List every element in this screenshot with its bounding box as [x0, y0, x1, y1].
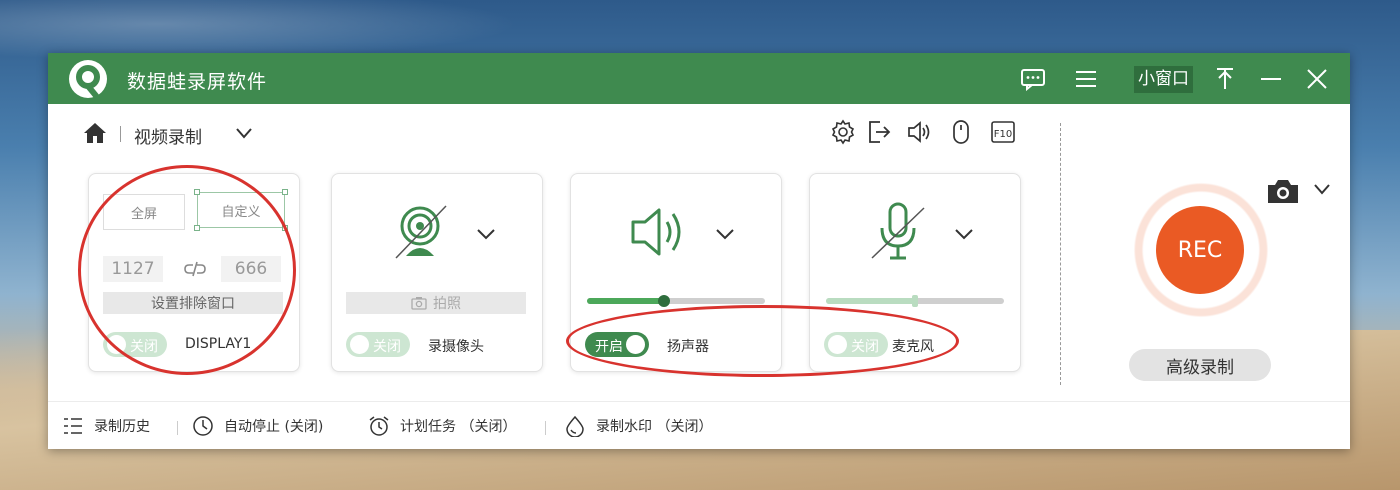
webcam-off-icon[interactable] — [388, 200, 452, 264]
screen-source-card: 全屏 自定义 1127 666 设置排除窗口 关闭 DISPLAY1 — [88, 173, 300, 372]
resize-handle — [194, 225, 200, 231]
chevron-down-icon[interactable] — [234, 125, 254, 141]
height-input[interactable]: 666 — [221, 256, 281, 282]
export-icon[interactable] — [866, 119, 892, 145]
alarm-icon — [369, 416, 389, 436]
clock-icon — [193, 416, 213, 436]
microphone-label: 麦克风 — [892, 339, 934, 355]
slider-fill — [587, 298, 664, 304]
bottom-separator — [545, 421, 546, 435]
chat-icon[interactable] — [1018, 64, 1048, 94]
auto-stop-label: 自动停止 (关闭) — [224, 419, 324, 435]
background-sky — [0, 0, 520, 60]
microphone-volume-slider[interactable] — [826, 295, 1004, 307]
slider-thumb[interactable] — [657, 295, 670, 307]
watermark-item[interactable]: 录制水印 （关闭） — [564, 413, 712, 439]
width-input[interactable]: 1127 — [103, 256, 163, 282]
full-screen-button[interactable]: 全屏 — [103, 194, 185, 230]
link-icon[interactable] — [183, 260, 207, 278]
display-label: DISPLAY1 — [185, 336, 252, 352]
schedule-task-item[interactable]: 计划任务 （关闭） — [368, 413, 516, 439]
auto-stop-item[interactable]: 自动停止 (关闭) — [192, 413, 323, 439]
mouse-icon[interactable] — [948, 119, 974, 145]
minimize-icon[interactable] — [1258, 64, 1284, 94]
full-screen-label: 全屏 — [130, 206, 157, 222]
resize-handle — [282, 189, 288, 195]
microphone-off-icon[interactable] — [866, 200, 930, 264]
advanced-record-button[interactable]: 高级录制 — [1129, 349, 1271, 381]
chevron-down-icon[interactable] — [1312, 181, 1332, 197]
toggle-label: 关闭 — [373, 339, 401, 355]
droplet-icon — [566, 415, 584, 437]
bottom-bar: 录制历史 自动停止 (关闭) 计划任务 （关闭） 录制水印 （关闭） — [48, 401, 1350, 449]
camera-icon — [411, 297, 427, 310]
screen-toggle[interactable]: 关闭 — [103, 332, 167, 357]
webcam-card: 拍照 关闭 录摄像头 — [331, 173, 543, 372]
exclude-window-button[interactable]: 设置排除窗口 — [103, 292, 283, 314]
svg-text:F10: F10 — [994, 129, 1012, 140]
mini-window-button[interactable]: 小窗口 — [1134, 66, 1193, 93]
toggle-label: 开启 — [595, 339, 623, 355]
toggle-label: 关闭 — [130, 339, 158, 355]
recording-mode-label[interactable]: 视频录制 — [134, 123, 202, 148]
toggle-label: 关闭 — [851, 339, 879, 355]
toggle-knob — [626, 335, 645, 354]
speaker-icon[interactable] — [627, 200, 691, 264]
hotkey-icon[interactable]: F10 — [990, 119, 1016, 145]
title-bar: 数据蛙录屏软件 小窗口 — [48, 53, 1350, 104]
volume-icon[interactable] — [906, 119, 932, 145]
section-divider — [1060, 123, 1061, 385]
microphone-card: 关闭 麦克风 — [809, 173, 1021, 372]
slider-thumb[interactable] — [912, 295, 918, 307]
speaker-card: 开启 扬声器 — [570, 173, 782, 372]
menu-icon[interactable] — [1072, 64, 1100, 94]
chevron-down-icon[interactable] — [475, 226, 497, 242]
webcam-label: 录摄像头 — [428, 339, 484, 355]
speaker-volume-slider[interactable] — [587, 295, 765, 307]
screenshot-camera-icon[interactable] — [1266, 177, 1300, 205]
settings-icon[interactable] — [830, 119, 856, 145]
take-photo-label: 拍照 — [433, 296, 461, 312]
custom-area-button[interactable]: 自定义 — [194, 189, 288, 231]
toggle-knob — [828, 335, 847, 354]
watermark-label: 录制水印 （关闭） — [596, 419, 713, 435]
take-photo-button[interactable]: 拍照 — [346, 292, 526, 314]
bottom-separator — [177, 421, 178, 435]
chevron-down-icon[interactable] — [714, 226, 736, 242]
toggle-knob — [107, 335, 126, 354]
resize-handle — [282, 225, 288, 231]
close-icon[interactable] — [1304, 64, 1330, 94]
resize-handle — [194, 189, 200, 195]
toggle-knob — [350, 335, 369, 354]
schedule-task-label: 计划任务 （关闭） — [400, 419, 517, 435]
app-title: 数据蛙录屏软件 — [127, 71, 268, 93]
pin-icon[interactable] — [1212, 64, 1238, 94]
microphone-toggle[interactable]: 关闭 — [824, 332, 888, 357]
speaker-toggle[interactable]: 开启 — [585, 332, 649, 357]
custom-area-label: 自定义 — [221, 204, 261, 220]
record-history-label: 录制历史 — [94, 419, 150, 435]
slider-fill — [826, 298, 915, 304]
app-logo — [69, 60, 107, 99]
list-icon — [64, 418, 82, 434]
chevron-down-icon[interactable] — [953, 226, 975, 242]
rec-button[interactable]: REC — [1156, 206, 1244, 294]
speaker-label: 扬声器 — [667, 339, 709, 355]
home-icon[interactable] — [83, 121, 107, 145]
app-window: 数据蛙录屏软件 小窗口 视频录制 F10 全屏 自定义 1127 666 设置排… — [48, 53, 1350, 449]
record-history-item[interactable]: 录制历史 — [62, 413, 150, 439]
webcam-toggle[interactable]: 关闭 — [346, 332, 410, 357]
toolbar-separator — [120, 126, 121, 142]
